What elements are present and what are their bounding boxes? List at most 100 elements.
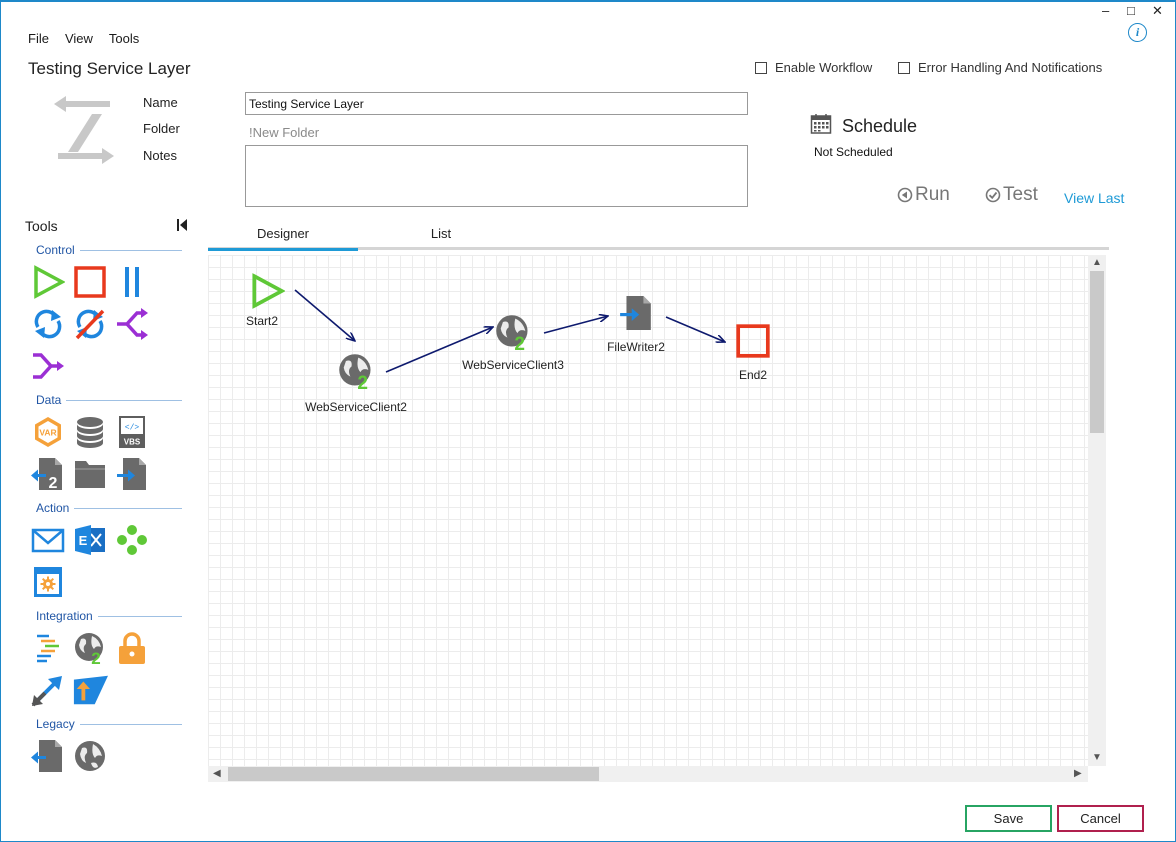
file-reader-icon: 2 bbox=[31, 458, 62, 491]
name-field[interactable] bbox=[245, 92, 748, 115]
notes-label: Notes bbox=[143, 148, 177, 163]
tool-merge[interactable] bbox=[30, 348, 66, 384]
tool-folder[interactable] bbox=[72, 456, 108, 492]
svg-text:2: 2 bbox=[91, 649, 100, 665]
tool-vbscript[interactable]: </> VBS bbox=[114, 414, 150, 450]
menu-view[interactable]: View bbox=[65, 31, 93, 46]
connector-start-to-wsc2[interactable] bbox=[294, 289, 355, 341]
workflow-node-webserviceclient2[interactable]: 2 WebServiceClient2 bbox=[298, 352, 414, 414]
pause-icon bbox=[125, 267, 139, 297]
tab-list[interactable]: List bbox=[366, 226, 516, 241]
tool-transfer[interactable] bbox=[30, 672, 66, 708]
schedule-title[interactable]: Schedule bbox=[842, 116, 917, 137]
error-handling-label: Error Handling And Notifications bbox=[918, 60, 1103, 75]
scroll-down-icon[interactable]: ▼ bbox=[1092, 752, 1102, 763]
tool-variable[interactable]: VAR bbox=[30, 414, 66, 450]
info-icon[interactable]: i bbox=[1128, 23, 1147, 42]
tab-designer[interactable]: Designer bbox=[208, 226, 358, 251]
tool-pause[interactable] bbox=[114, 264, 150, 300]
menu-file[interactable]: File bbox=[28, 31, 49, 46]
tool-transform[interactable] bbox=[30, 630, 66, 666]
globe-icon bbox=[75, 741, 105, 771]
tools-section-action: Action bbox=[36, 501, 182, 515]
maximize-button[interactable]: □ bbox=[1127, 4, 1135, 18]
enable-workflow-label: Enable Workflow bbox=[775, 60, 873, 75]
node-label: WebServiceClient3 bbox=[462, 358, 564, 372]
file-writer-icon bbox=[117, 458, 146, 490]
error-handling-option[interactable]: Error Handling And Notifications bbox=[898, 60, 1102, 75]
stop-icon bbox=[736, 324, 770, 358]
tool-security[interactable] bbox=[114, 630, 150, 666]
upload-icon bbox=[73, 675, 108, 705]
vbscript-tag-text: </> bbox=[125, 424, 140, 433]
workflow-node-filewriter2[interactable]: FileWriter2 bbox=[586, 295, 686, 354]
vertical-scroll-thumb[interactable] bbox=[1090, 271, 1104, 433]
save-button[interactable]: Save bbox=[965, 805, 1052, 832]
lock-icon bbox=[119, 632, 145, 664]
tool-web-service-client[interactable]: 2 bbox=[72, 630, 108, 666]
node-label: End2 bbox=[738, 368, 768, 382]
tool-loop[interactable] bbox=[30, 306, 66, 342]
workflow-node-end2[interactable]: End2 bbox=[728, 323, 778, 382]
folder-field[interactable]: !New Folder bbox=[249, 125, 319, 140]
tool-upload[interactable] bbox=[72, 672, 108, 708]
collapse-panel-icon[interactable] bbox=[176, 218, 188, 232]
split-icon bbox=[117, 308, 148, 340]
stop-icon bbox=[74, 266, 106, 298]
tool-legacy-web[interactable] bbox=[72, 738, 108, 774]
error-handling-checkbox[interactable] bbox=[898, 61, 910, 74]
tool-break-loop[interactable] bbox=[72, 306, 108, 342]
workflow-node-start[interactable]: Start2 bbox=[244, 273, 288, 328]
tool-start[interactable] bbox=[30, 264, 66, 300]
workflow-logo-icon bbox=[54, 96, 114, 164]
tool-legacy-file-reader[interactable] bbox=[30, 738, 66, 774]
designer-tabs: Designer List bbox=[208, 222, 1109, 251]
node-label: FileWriter2 bbox=[607, 340, 665, 354]
tool-exchange[interactable]: E bbox=[72, 522, 108, 558]
enable-workflow-option[interactable]: Enable Workflow bbox=[755, 60, 872, 75]
minimize-button[interactable]: – bbox=[1102, 4, 1109, 18]
cancel-button[interactable]: Cancel bbox=[1057, 805, 1144, 832]
node-label: WebServiceClient2 bbox=[305, 400, 407, 414]
tool-process[interactable] bbox=[114, 522, 150, 558]
calendar-icon[interactable] bbox=[810, 113, 832, 135]
tools-panel-title: Tools bbox=[25, 218, 58, 234]
menu-tools[interactable]: Tools bbox=[109, 31, 139, 46]
section-label: Control bbox=[36, 243, 75, 257]
tool-file-writer[interactable] bbox=[114, 456, 150, 492]
workflow-node-webserviceclient3[interactable]: 2 WebServiceClient3 bbox=[455, 313, 571, 372]
tool-email[interactable] bbox=[30, 522, 66, 558]
scroll-up-icon[interactable]: ▲ bbox=[1092, 257, 1102, 268]
section-label: Action bbox=[36, 501, 70, 515]
horizontal-scroll-thumb[interactable] bbox=[228, 767, 599, 781]
svg-text:2: 2 bbox=[514, 334, 525, 351]
file-writer-icon bbox=[620, 296, 651, 330]
scroll-right-icon[interactable]: ▶ bbox=[1074, 768, 1082, 779]
run-label: Run bbox=[915, 184, 950, 205]
run-icon bbox=[897, 187, 913, 203]
view-last-link[interactable]: View Last bbox=[1064, 190, 1124, 206]
section-label: Legacy bbox=[36, 717, 75, 731]
vertical-scrollbar[interactable]: ▲ ▼ bbox=[1088, 255, 1106, 766]
run-button[interactable]: Run bbox=[897, 184, 950, 206]
scroll-left-icon[interactable]: ◀ bbox=[213, 768, 221, 779]
enable-workflow-checkbox[interactable] bbox=[755, 61, 767, 74]
tools-section-data: Data bbox=[36, 393, 182, 407]
svg-text:2: 2 bbox=[357, 373, 368, 390]
check-circle-icon bbox=[985, 187, 1001, 203]
workflow-canvas[interactable]: Start2 2 WebServiceClient2 2 WebServiceC… bbox=[208, 255, 1088, 766]
tool-end[interactable] bbox=[72, 264, 108, 300]
test-button[interactable]: Test bbox=[985, 184, 1038, 206]
tool-database[interactable] bbox=[72, 414, 108, 450]
variable-badge-text: VAR bbox=[39, 428, 56, 438]
tool-program[interactable] bbox=[30, 564, 66, 600]
notes-field[interactable] bbox=[245, 145, 748, 207]
vbscript-icon: </> VBS bbox=[119, 416, 145, 448]
loop-icon bbox=[34, 309, 62, 339]
tool-split[interactable] bbox=[114, 306, 150, 342]
tool-file-reader[interactable]: 2 bbox=[30, 456, 66, 492]
close-button[interactable]: ✕ bbox=[1152, 4, 1163, 18]
svg-text:2: 2 bbox=[49, 475, 58, 491]
process-icon bbox=[117, 525, 147, 555]
horizontal-scrollbar[interactable]: ◀ ▶ bbox=[208, 766, 1088, 782]
